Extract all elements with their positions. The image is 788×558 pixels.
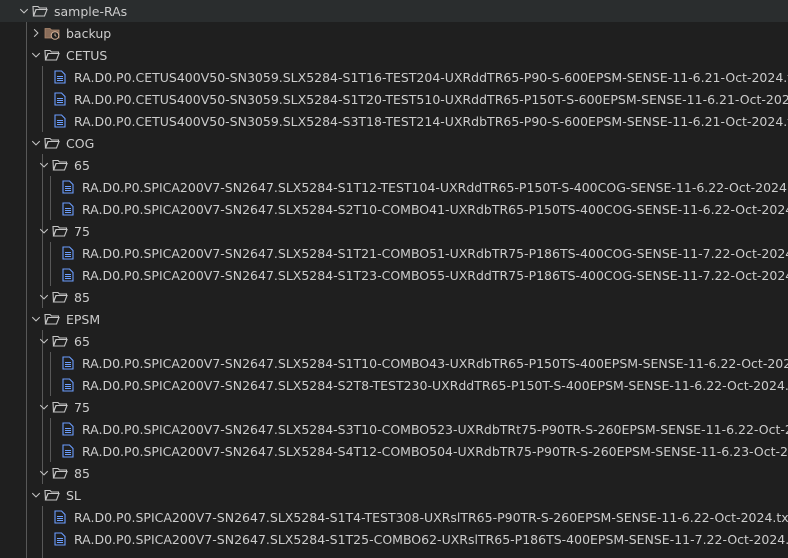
folder-open-icon <box>52 330 68 352</box>
tree-file[interactable]: RA.D0.P0.CETUS400V50-SN3059.SLX5284-S3T1… <box>0 110 788 132</box>
file-name: RA.D0.P0.SPICA200V7-SN2647.SLX5284-S2T8-… <box>82 377 788 393</box>
file-text-icon <box>52 528 68 550</box>
tree-folder-sample-ras[interactable]: sample-RAs <box>0 0 788 22</box>
tree-file[interactable]: RA.D0.P0.SPICA200V7-SN2647.SLX5284-S2T8-… <box>0 374 788 396</box>
chevron-right-icon[interactable] <box>28 22 44 44</box>
tree-folder-cog-65[interactable]: 65 <box>0 154 788 176</box>
tree-folder-cog-85[interactable]: 85 <box>0 286 788 308</box>
tree-item-label: 85 <box>74 465 90 481</box>
chevron-down-icon[interactable] <box>36 462 52 484</box>
tree-item-label: COG <box>66 135 95 151</box>
tree-item-label: sample-RAs <box>54 3 128 19</box>
tree-file[interactable]: RA.D0.P0.SPICA200V7-SN2647.SLX5284-S1T23… <box>0 264 788 286</box>
file-text-icon <box>60 418 76 440</box>
tree-item-label: 85 <box>74 289 90 305</box>
tree-folder-epsm-65[interactable]: 65 <box>0 330 788 352</box>
chevron-down-icon[interactable] <box>36 220 52 242</box>
file-text-icon <box>52 506 68 528</box>
folder-clock-icon <box>44 22 60 44</box>
folder-open-icon <box>44 484 60 506</box>
chevron-down-icon[interactable] <box>28 484 44 506</box>
file-name: RA.D0.P0.CETUS400V50-SN3059.SLX5284-S3T1… <box>74 113 788 129</box>
chevron-down-icon[interactable] <box>36 330 52 352</box>
folder-open-icon <box>44 132 60 154</box>
tree-item-label: CETUS <box>66 47 108 63</box>
tree-file[interactable]: RA.D0.P0.SPICA200V7-SN2647.SLX5284-S1T12… <box>0 176 788 198</box>
tree-folder-backup[interactable]: backup <box>0 22 788 44</box>
chevron-down-icon[interactable] <box>16 0 32 22</box>
file-name: RA.D0.P0.SPICA200V7-SN2647.SLX5284-S1T25… <box>74 531 788 547</box>
tree-item-label: 75 <box>74 223 90 239</box>
file-explorer-tree: sample-RAs backup CETUS RA.D0.P0.CETUS40… <box>0 0 788 558</box>
tree-file[interactable]: RA.D0.P0.SPICA200V7-SN2647.SLX5284-S4T12… <box>0 440 788 462</box>
file-name: RA.D0.P0.SPICA200V7-SN2647.SLX5284-S1T12… <box>82 179 788 195</box>
chevron-down-icon[interactable] <box>28 132 44 154</box>
tree-item-label: 65 <box>74 333 90 349</box>
file-name: RA.D0.P0.CETUS400V50-SN3059.SLX5284-S1T2… <box>74 91 788 107</box>
folder-open-icon <box>52 220 68 242</box>
tree-file[interactable]: RA.D0.P0.SPICA200V7-SN2647.SLX5284-S1T21… <box>0 242 788 264</box>
tree-item-label: 65 <box>74 157 90 173</box>
tree-file[interactable]: RA.D0.P0.SPICA200V7-SN2647.SLX5284-S1T4-… <box>0 506 788 528</box>
file-name: RA.D0.P0.CETUS400V50-SN3059.SLX5284-S1T1… <box>74 69 788 85</box>
file-text-icon <box>60 264 76 286</box>
chevron-down-icon[interactable] <box>28 44 44 66</box>
chevron-down-icon[interactable] <box>36 286 52 308</box>
file-text-icon <box>60 242 76 264</box>
chevron-down-icon[interactable] <box>28 308 44 330</box>
file-text-icon <box>60 374 76 396</box>
tree-file[interactable]: RA.D0.P0.SPICA200V7-SN2647.SLX5284-S2T10… <box>0 198 788 220</box>
file-text-icon <box>52 66 68 88</box>
tree-folder-cetus[interactable]: CETUS <box>0 44 788 66</box>
file-name: RA.D0.P0.SPICA200V7-SN2647.SLX5284-S1T23… <box>82 267 788 283</box>
file-name: RA.D0.P0.SPICA200V7-SN2647.SLX5284-S1T4-… <box>74 509 788 525</box>
tree-folder-cog[interactable]: COG <box>0 132 788 154</box>
file-text-icon <box>60 440 76 462</box>
tree-item-label: EPSM <box>66 311 101 327</box>
folder-open-icon <box>52 462 68 484</box>
tree-folder-sl[interactable]: SL <box>0 484 788 506</box>
folder-open-icon <box>52 286 68 308</box>
folder-open-icon <box>32 0 48 22</box>
file-name: RA.D0.P0.SPICA200V7-SN2647.SLX5284-S1T10… <box>82 355 788 371</box>
file-text-icon <box>60 198 76 220</box>
tree-file[interactable]: RA.D0.P0.SPICA200V7-SN2647.SLX5284-S1T25… <box>0 528 788 550</box>
tree-item-label: SL <box>66 487 81 503</box>
tree-folder-epsm-85[interactable]: 85 <box>0 462 788 484</box>
folder-open-icon <box>52 396 68 418</box>
chevron-down-icon[interactable] <box>36 396 52 418</box>
file-text-icon <box>52 110 68 132</box>
chevron-down-icon[interactable] <box>36 154 52 176</box>
tree-file[interactable]: RA.D0.P0.CETUS400V50-SN3059.SLX5284-S1T2… <box>0 88 788 110</box>
file-text-icon <box>60 352 76 374</box>
tree-item-label: backup <box>66 25 112 41</box>
tree-file[interactable]: RA.D0.P0.CETUS400V50-SN3059.SLX5284-S1T1… <box>0 66 788 88</box>
file-text-icon <box>52 88 68 110</box>
tree-item-label: 75 <box>74 399 90 415</box>
file-name: RA.D0.P0.SPICA200V7-SN2647.SLX5284-S4T12… <box>82 443 788 459</box>
folder-open-icon <box>44 308 60 330</box>
file-text-icon <box>60 176 76 198</box>
folder-open-icon <box>44 44 60 66</box>
file-name: RA.D0.P0.SPICA200V7-SN2647.SLX5284-S3T10… <box>82 421 788 437</box>
folder-open-icon <box>52 154 68 176</box>
tree-folder-cog-75[interactable]: 75 <box>0 220 788 242</box>
tree-file[interactable]: RA.D0.P0.SPICA200V7-SN2647.SLX5284-S3T10… <box>0 418 788 440</box>
file-name: RA.D0.P0.SPICA200V7-SN2647.SLX5284-S1T21… <box>82 245 788 261</box>
file-name: RA.D0.P0.SPICA200V7-SN2647.SLX5284-S2T10… <box>82 201 788 217</box>
tree-file[interactable]: RA.D0.P0.SPICA200V7-SN2647.SLX5284-S1T10… <box>0 352 788 374</box>
tree-folder-epsm-75[interactable]: 75 <box>0 396 788 418</box>
tree-folder-epsm[interactable]: EPSM <box>0 308 788 330</box>
